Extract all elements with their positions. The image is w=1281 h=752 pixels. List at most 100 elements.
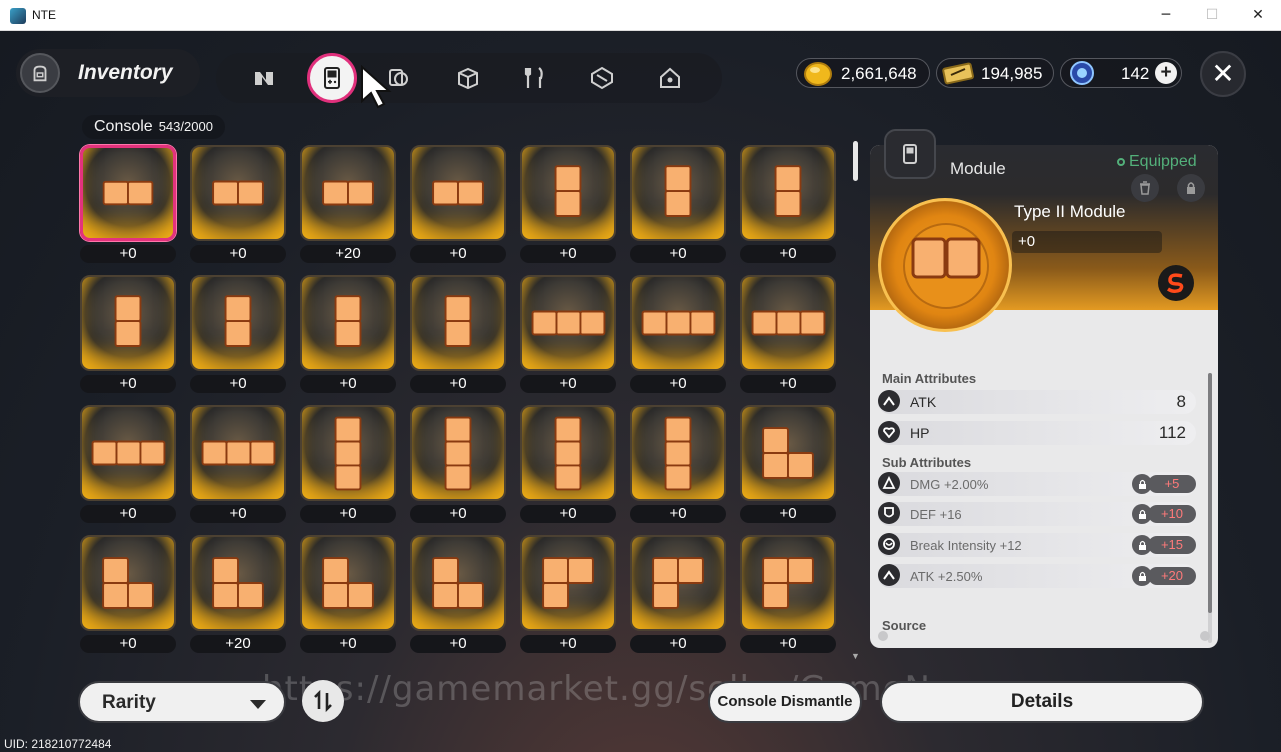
lock-icon[interactable] <box>1177 174 1205 202</box>
module-shape-icon <box>664 165 692 217</box>
add-orb-button[interactable]: + <box>1155 62 1177 84</box>
module-item-card[interactable] <box>190 145 286 241</box>
module-shape-icon <box>762 557 814 609</box>
module-item-card[interactable] <box>80 275 176 371</box>
item-level-label: +0 <box>520 505 616 523</box>
lock-icon[interactable] <box>1132 535 1152 555</box>
def-icon <box>878 502 900 524</box>
detail-panel: Module Equipped Type II Module +0 Main A… <box>870 145 1218 648</box>
details-button[interactable]: Details <box>880 681 1204 723</box>
rarity-dropdown[interactable]: Rarity <box>78 681 286 723</box>
module-shape-icon <box>432 180 484 206</box>
page-title: Inventory <box>78 61 173 84</box>
module-shape-icon <box>542 557 594 609</box>
module-item-card[interactable] <box>190 535 286 631</box>
item-level-label: +0 <box>520 245 616 263</box>
minimize-button[interactable]: ─ <box>1152 4 1180 26</box>
sort-order-button[interactable] <box>302 680 344 722</box>
tab-gem-icon[interactable] <box>582 58 622 98</box>
mouse-cursor-icon <box>361 65 392 109</box>
source-heading: Source <box>882 618 927 633</box>
lock-icon[interactable] <box>1132 474 1152 494</box>
module-item-card[interactable] <box>190 275 286 371</box>
module-item-card[interactable] <box>520 145 616 241</box>
tab-console-icon[interactable] <box>307 53 357 103</box>
currency-orb[interactable]: 142 + <box>1060 58 1182 88</box>
console-dismantle-button[interactable]: Console Dismantle <box>708 681 862 723</box>
module-item-card[interactable] <box>80 405 176 501</box>
module-item-card[interactable] <box>740 535 836 631</box>
module-shape-icon <box>322 557 374 609</box>
category-label: Console 543/2000 <box>82 115 225 139</box>
close-button[interactable]: ✕ <box>1200 51 1246 97</box>
grid-scrollbar[interactable] <box>853 141 858 181</box>
module-medal <box>878 198 1012 332</box>
panel-scrollbar[interactable] <box>1208 373 1212 613</box>
module-item-card[interactable] <box>410 535 506 631</box>
module-item-card[interactable] <box>740 145 836 241</box>
sub-attr-boost: +10 <box>1148 505 1196 523</box>
module-item-card[interactable] <box>740 275 836 371</box>
module-item-card[interactable] <box>520 535 616 631</box>
module-shape-icon <box>102 557 154 609</box>
currency-ticket[interactable]: 194,985 <box>936 58 1054 88</box>
module-item-card[interactable] <box>740 405 836 501</box>
corner-dot <box>878 631 888 641</box>
module-item-card[interactable] <box>630 405 726 501</box>
orb-value: 142 <box>1121 64 1150 83</box>
item-level-label: +0 <box>190 505 286 523</box>
module-item-card[interactable] <box>410 405 506 501</box>
scroll-down-icon[interactable]: ▼ <box>851 651 860 661</box>
category-name: Console <box>94 118 153 135</box>
tab-box-icon[interactable] <box>448 58 488 98</box>
window-title: NTE <box>32 8 56 22</box>
module-shape-icon <box>114 295 142 347</box>
module-item-card[interactable] <box>80 145 176 241</box>
module-item-card[interactable] <box>630 535 726 631</box>
module-item-card[interactable] <box>630 275 726 371</box>
module-shape-icon <box>432 557 484 609</box>
attr-value: 112 <box>1158 423 1186 442</box>
module-item-card[interactable] <box>80 535 176 631</box>
maximize-button[interactable]: ☐ <box>1198 4 1226 26</box>
window-close-button[interactable]: ✕ <box>1244 4 1272 26</box>
sub-attr-row: DMG +2.00% +5 <box>878 472 1196 496</box>
module-item-card[interactable] <box>410 275 506 371</box>
inventory-header: Inventory <box>16 49 200 97</box>
currency-gold[interactable]: 2,661,648 <box>796 58 930 88</box>
set-logo-icon <box>1158 265 1194 301</box>
tab-n-icon[interactable] <box>244 58 284 98</box>
main-attr-hp: HP 112 <box>878 421 1196 445</box>
item-level-label: +0 <box>300 505 396 523</box>
item-level-label: +0 <box>630 635 726 653</box>
module-item-card[interactable] <box>300 275 396 371</box>
module-shape-icon <box>554 416 582 491</box>
tab-home-icon[interactable] <box>650 58 690 98</box>
orb-icon <box>1070 61 1094 85</box>
trash-icon[interactable] <box>1131 174 1159 202</box>
module-item-card[interactable] <box>300 145 396 241</box>
backpack-icon <box>20 53 60 93</box>
module-shape-icon <box>664 416 692 491</box>
item-level-label: +0 <box>630 375 726 393</box>
sub-attributes-heading: Sub Attributes <box>882 455 972 470</box>
module-item-card[interactable] <box>520 405 616 501</box>
item-level-label: +0 <box>410 375 506 393</box>
module-item-card[interactable] <box>300 405 396 501</box>
module-item-card[interactable] <box>630 145 726 241</box>
lock-icon[interactable] <box>1132 504 1152 524</box>
sort-icon <box>314 689 332 713</box>
tab-food-icon[interactable] <box>515 58 555 98</box>
module-item-card[interactable] <box>190 405 286 501</box>
module-item-card[interactable] <box>410 145 506 241</box>
sub-attr-name: ATK +2.50% <box>910 569 983 584</box>
module-item-card[interactable] <box>520 275 616 371</box>
module-item-card[interactable] <box>300 535 396 631</box>
sub-attr-name: DEF +16 <box>910 507 962 522</box>
item-level-label: +0 <box>630 245 726 263</box>
module-shape-icon <box>91 440 166 466</box>
lock-icon[interactable] <box>1132 566 1152 586</box>
sub-attr-row: ATK +2.50% +20 <box>878 564 1196 588</box>
item-level-label: +0 <box>410 245 506 263</box>
atk-icon <box>878 390 900 412</box>
